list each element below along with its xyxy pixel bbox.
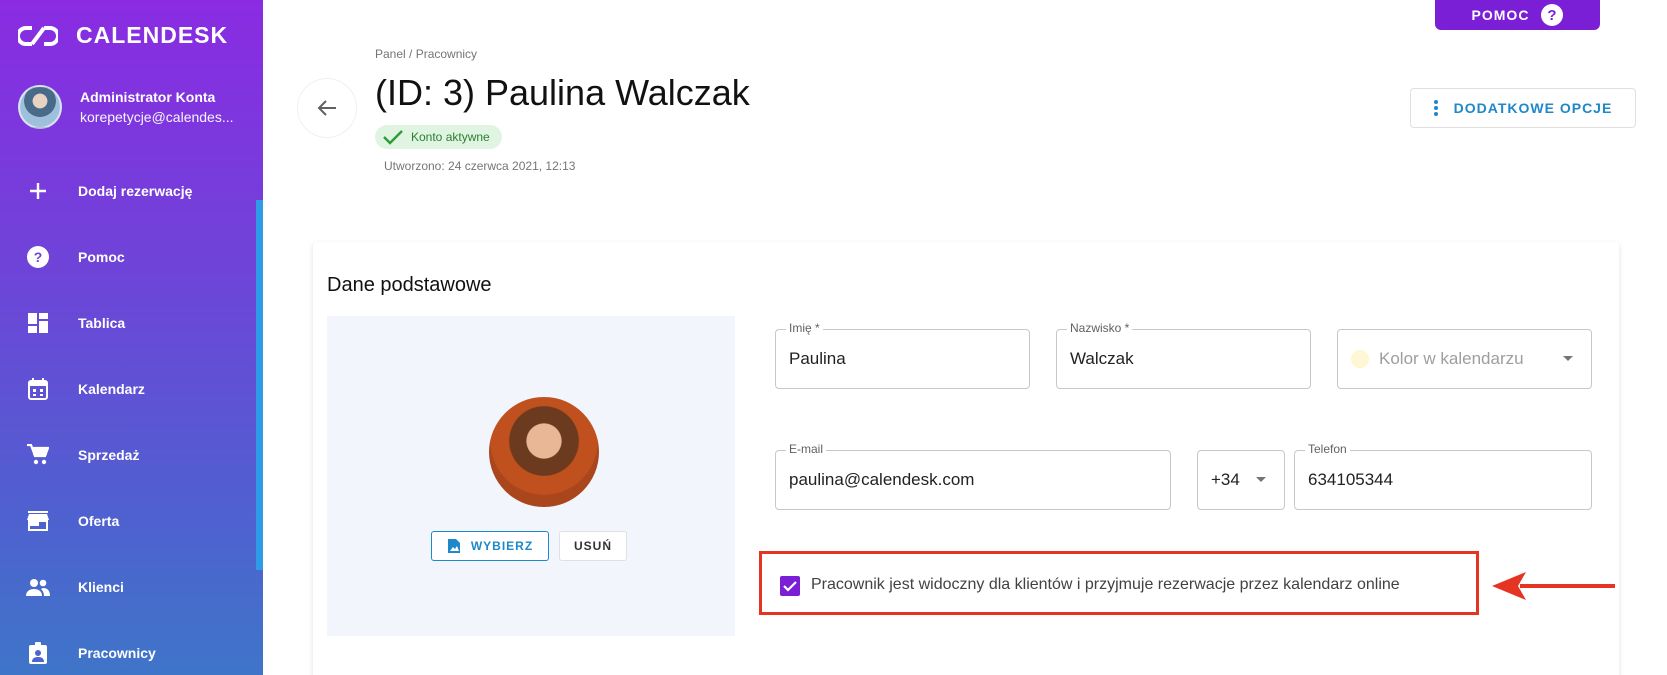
additional-options-button[interactable]: DODATKOWE OPCJE [1410,88,1636,128]
email-value: paulina@calendesk.com [789,470,975,489]
visible-online-checkbox[interactable] [780,576,800,596]
calendar-icon [26,377,50,401]
chevron-down-icon [1563,356,1573,361]
sidebar-item-clients[interactable]: Klienci [0,554,256,620]
chevron-down-icon [1256,477,1266,482]
sidebar-item-label: Dodaj rezerwację [78,183,193,199]
email-field[interactable]: E-mail paulina@calendesk.com [775,442,1171,510]
remove-photo-label: USUŃ [573,539,612,553]
sidebar-item-label: Pracownicy [78,645,156,661]
avatar [18,85,62,129]
status-badge: Konto aktywne [375,125,502,149]
brand-logo[interactable]: CALENDESK [18,22,228,49]
more-vertical-icon [1433,100,1438,116]
question-icon: ? [1541,4,1564,26]
calendar-color-select[interactable]: Kolor w kalendarzu [1337,329,1592,389]
dashboard-icon [26,311,50,335]
phone-field[interactable]: Telefon 634105344 [1294,442,1592,510]
sidebar-item-label: Oferta [78,513,120,529]
check-icon [383,130,403,145]
user-name: Administrator Konta [80,89,216,105]
card-title: Dane podstawowe [327,274,492,296]
brand-name: CALENDESK [76,22,229,48]
sidebar: CALENDESK Administrator Konta korepetycj… [0,0,263,675]
cart-icon [26,443,50,467]
user-profile[interactable]: Administrator Konta korepetycje@calendes… [18,85,234,129]
last-name-label: Nazwisko * [1067,321,1133,335]
sidebar-item-label: Tablica [78,315,126,331]
employee-photo [489,397,599,507]
help-button[interactable]: POMOC ? [1435,0,1600,30]
image-file-icon [447,539,460,553]
sidebar-item-label: Kalendarz [78,381,145,397]
sidebar-item-label: Klienci [78,579,124,595]
sidebar-item-offer[interactable]: Oferta [0,488,256,554]
status-label: Konto aktywne [411,130,490,144]
people-icon [26,575,50,599]
badge-icon [26,641,50,665]
choose-photo-label: WYBIERZ [470,539,534,553]
help-button-label: POMOC [1471,7,1530,23]
last-name-field[interactable]: Nazwisko * Walczak [1056,321,1311,389]
help-circle-icon: ? [26,245,50,269]
page-title: (ID: 3) Paulina Walczak [375,72,750,113]
phone-prefix-select[interactable]: +34 [1197,450,1285,510]
user-email: korepetycje@calendes... [80,109,234,125]
sidebar-item-dashboard[interactable]: Tablica [0,290,256,356]
first-name-field[interactable]: Imię * Paulina [775,321,1030,389]
plus-icon [26,179,50,203]
sidebar-item-calendar[interactable]: Kalendarz [0,356,256,422]
check-icon [783,581,797,592]
calendar-color-placeholder: Kolor w kalendarzu [1379,349,1524,368]
arrow-left-icon [317,100,336,116]
sidebar-nav: Dodaj rezerwację ? Pomoc Tablica Kalenda… [0,158,256,675]
last-name-value: Walczak [1070,349,1134,368]
sidebar-item-add-booking[interactable]: Dodaj rezerwację [0,158,256,224]
breadcrumb: Panel / Pracownicy [375,47,478,61]
store-icon [26,509,50,533]
first-name-label: Imię * [786,321,823,335]
back-button[interactable] [297,78,357,138]
phone-label: Telefon [1305,442,1350,456]
phone-value: 634105344 [1308,470,1394,489]
visible-online-label: Pracownik jest widoczny dla klientów i p… [811,576,1400,593]
sidebar-item-help[interactable]: ? Pomoc [0,224,256,290]
created-date: Utworzono: 24 czerwca 2021, 12:13 [384,159,576,173]
sidebar-item-sales[interactable]: Sprzedaż [0,422,256,488]
color-swatch-icon [1351,350,1369,368]
sidebar-scrollbar[interactable] [256,200,263,570]
svg-text:?: ? [34,249,43,265]
email-label: E-mail [786,442,827,456]
sidebar-item-label: Pomoc [78,249,125,265]
choose-photo-button[interactable]: WYBIERZ [431,531,549,561]
additional-options-label: DODATKOWE OPCJE [1453,100,1613,116]
photo-panel: WYBIERZ USUŃ [327,316,735,636]
phone-prefix-value: +34 [1211,470,1240,489]
calendesk-logo-icon [18,25,58,46]
first-name-value: Paulina [789,349,846,368]
sidebar-item-employees[interactable]: Pracownicy [0,620,256,675]
remove-photo-button[interactable]: USUŃ [559,531,627,561]
arrow-left-annotation-icon [1492,572,1615,600]
sidebar-item-label: Sprzedaż [78,447,140,463]
